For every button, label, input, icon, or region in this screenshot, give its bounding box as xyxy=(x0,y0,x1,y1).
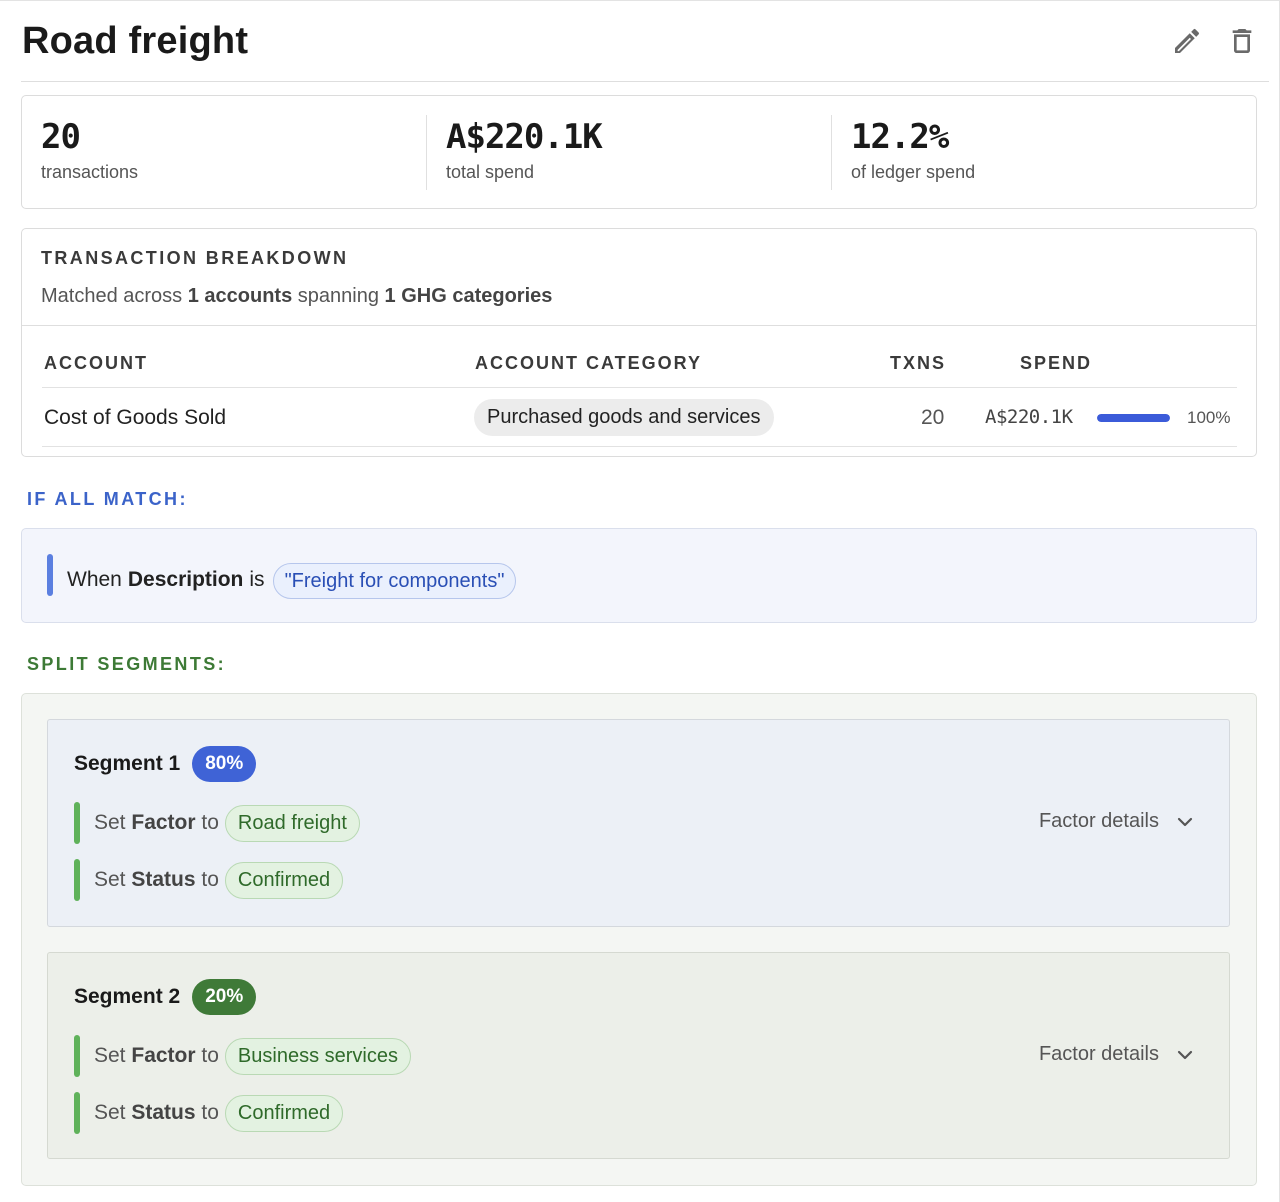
status-value-chip: Confirmed xyxy=(224,861,344,899)
stat-label: total spend xyxy=(446,162,535,182)
status-value-chip: Confirmed xyxy=(224,1094,344,1132)
factor-details-label: Factor details xyxy=(1038,810,1159,832)
factor-value-chip: Road freight xyxy=(224,804,360,842)
stat-divider xyxy=(426,115,427,190)
segment-card: Segment 2 20% Set Factor to Business ser… xyxy=(47,952,1230,1159)
action-to: to xyxy=(201,868,219,891)
condition-field: Description xyxy=(127,568,244,591)
spend-share-bar xyxy=(1097,414,1170,422)
stat-value: 20 xyxy=(41,117,81,157)
column-header-spend: SPEND xyxy=(1020,353,1093,373)
chevron-down-icon xyxy=(1177,1050,1193,1059)
action-verb: Set xyxy=(94,811,126,834)
delete-button[interactable] xyxy=(1224,22,1260,60)
segment-card: Segment 1 80% Set Factor to Road freight… xyxy=(47,719,1230,927)
set-status-action: Set Status to Confirmed xyxy=(74,859,344,901)
page-title: Road freight xyxy=(22,20,249,62)
action-verb: Set xyxy=(94,1044,126,1067)
condition-when: When xyxy=(67,568,122,591)
stat-ledger-share: 12.2% of ledger spend xyxy=(851,116,975,190)
match-condition-card: When Description is "Freight for compone… xyxy=(21,528,1257,623)
segment-percent-badge: 80% xyxy=(192,746,257,782)
edit-button[interactable] xyxy=(1169,22,1205,60)
stat-transactions: 20 transactions xyxy=(41,116,138,190)
factor-details-toggle[interactable]: Factor details xyxy=(1039,1043,1193,1066)
stat-label: of ledger spend xyxy=(851,162,976,182)
column-header-txns: TXNS xyxy=(890,353,947,373)
txns-count: 20 xyxy=(921,406,945,429)
breakdown-subtitle: Matched across 1 accounts spanning 1 GHG… xyxy=(41,285,552,308)
action-text: Set Factor to xyxy=(94,1044,219,1068)
stat-value: 12.2% xyxy=(851,117,949,157)
action-text: Set Factor to xyxy=(94,811,219,835)
action-field: Factor xyxy=(131,811,196,834)
segment-header: Segment 1 80% xyxy=(74,746,257,782)
action-verb: Set xyxy=(94,868,126,891)
condition-accent-bar xyxy=(47,554,53,596)
stat-divider xyxy=(831,115,832,190)
divider xyxy=(22,325,1256,326)
set-factor-action: Set Factor to Road freight xyxy=(74,802,360,844)
subtitle-middle: spanning xyxy=(297,285,379,307)
split-segments-card: Segment 1 80% Set Factor to Road freight… xyxy=(21,693,1257,1186)
factor-details-toggle[interactable]: Factor details xyxy=(1039,810,1193,833)
categories-count: 1 GHG categories xyxy=(384,285,553,307)
row-divider xyxy=(42,387,1237,388)
set-factor-action: Set Factor to Business services xyxy=(74,1035,411,1077)
segment-name: Segment 2 xyxy=(74,985,181,1008)
column-header-account: ACCOUNT xyxy=(44,353,148,373)
segment-name: Segment 1 xyxy=(74,752,181,775)
action-text: Set Status to xyxy=(94,868,219,892)
account-category-chip: Purchased goods and services xyxy=(474,399,774,436)
stat-total-spend: A$220.1K total spend xyxy=(446,116,603,190)
transaction-breakdown-card: TRANSACTION BREAKDOWN Matched across 1 a… xyxy=(21,228,1257,457)
pencil-icon xyxy=(1175,28,1200,53)
split-segments-label: SPLIT SEGMENTS: xyxy=(27,654,227,674)
stat-label: transactions xyxy=(41,162,139,182)
factor-value-chip: Business services xyxy=(224,1037,411,1075)
subtitle-prefix: Matched across xyxy=(41,285,183,307)
set-status-action: Set Status to Confirmed xyxy=(74,1092,344,1134)
condition-operator: is xyxy=(249,568,265,591)
factor-details-label: Factor details xyxy=(1038,1043,1159,1065)
breakdown-title: TRANSACTION BREAKDOWN xyxy=(41,248,349,268)
spend-percent: 100% xyxy=(1187,408,1231,427)
stats-card: 20 transactions A$220.1K total spend 12.… xyxy=(21,95,1257,209)
action-accent-bar xyxy=(74,802,80,844)
action-accent-bar xyxy=(74,1035,80,1077)
account-name: Cost of Goods Sold xyxy=(44,406,227,429)
spend-share-fill xyxy=(1097,414,1170,422)
action-text: Set Status to xyxy=(94,1101,219,1125)
page-header: Road freight xyxy=(21,0,1269,82)
action-field: Status xyxy=(131,868,196,891)
spend-value: A$220.1K xyxy=(985,406,1073,428)
action-field: Status xyxy=(131,1101,196,1124)
action-accent-bar xyxy=(74,859,80,901)
chevron-down-icon xyxy=(1177,817,1193,826)
action-to: to xyxy=(201,811,219,834)
stat-value: A$220.1K xyxy=(446,117,603,157)
condition-value-chip: "Freight for components" xyxy=(272,563,517,599)
accounts-count: 1 accounts xyxy=(187,285,293,307)
trash-icon xyxy=(1232,29,1252,53)
action-to: to xyxy=(201,1101,219,1124)
action-accent-bar xyxy=(74,1092,80,1134)
segment-percent-badge: 20% xyxy=(192,979,257,1015)
column-header-account-category: ACCOUNT CATEGORY xyxy=(475,353,702,373)
action-to: to xyxy=(201,1044,219,1067)
action-verb: Set xyxy=(94,1101,126,1124)
segment-header: Segment 2 20% xyxy=(74,979,257,1015)
row-divider xyxy=(42,446,1237,447)
action-field: Factor xyxy=(131,1044,196,1067)
condition-text: When Description is "Freight for compone… xyxy=(67,561,517,599)
if-all-match-label: IF ALL MATCH: xyxy=(27,489,188,509)
